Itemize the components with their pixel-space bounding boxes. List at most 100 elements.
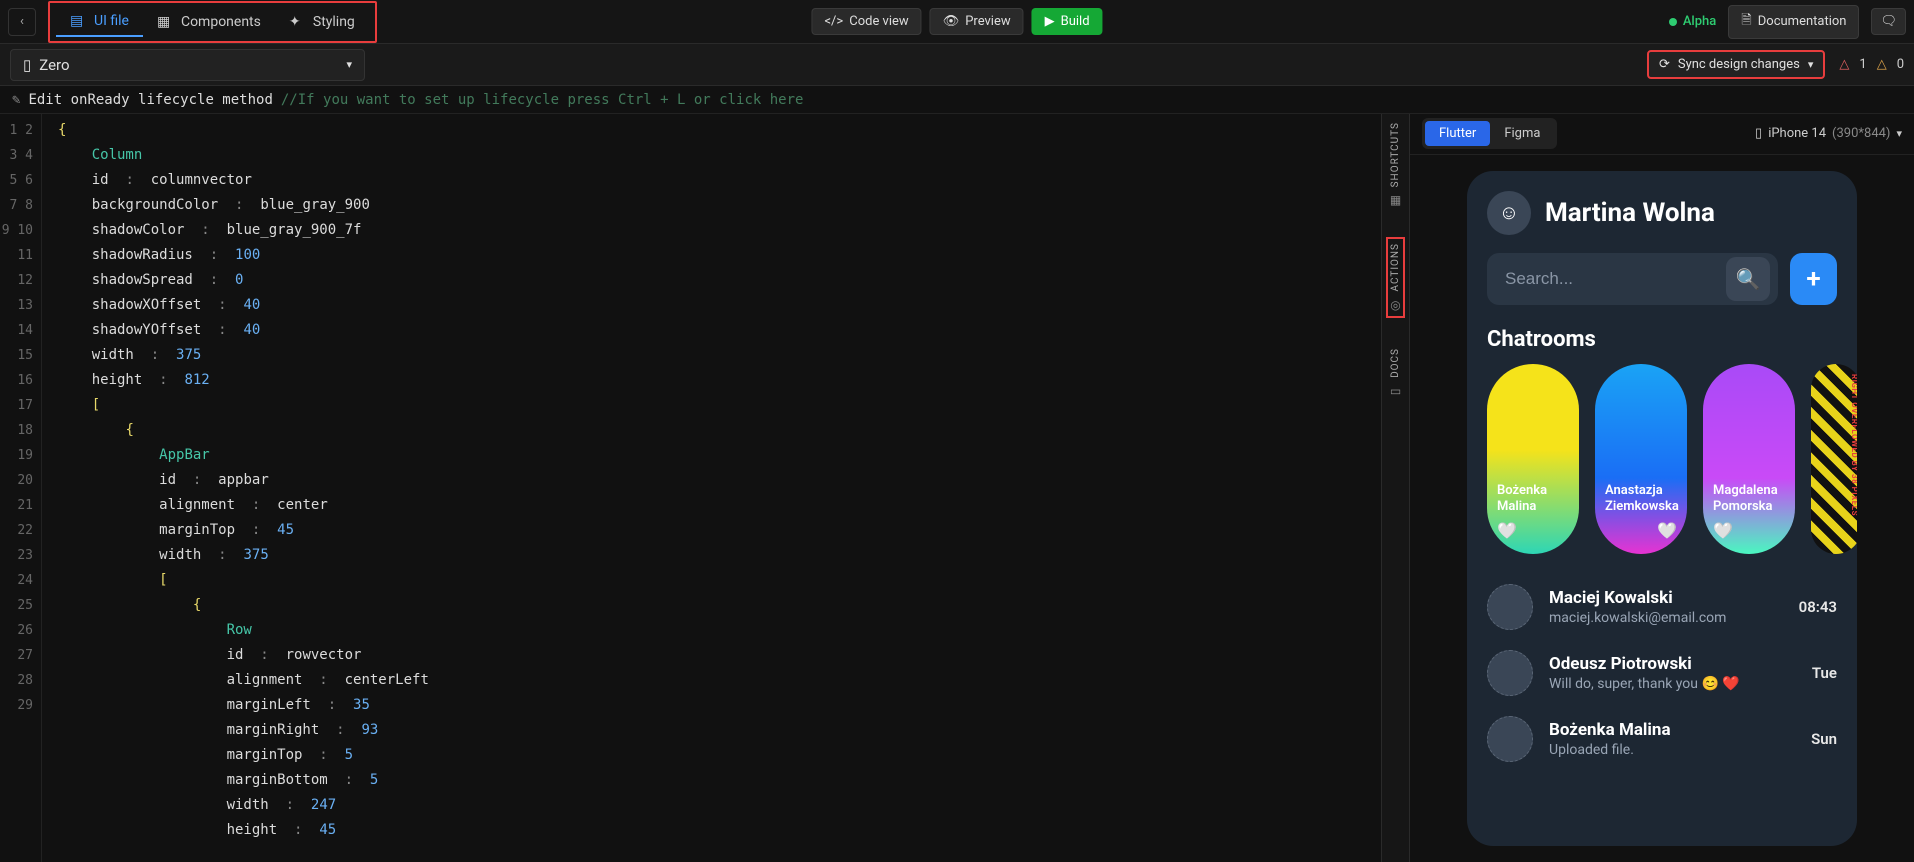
main-area: 1 2 3 4 5 6 7 8 9 10 11 12 13 14 15 16 1… bbox=[0, 114, 1914, 862]
center-controls: </> Code view 👁 Preview ▶ Build bbox=[811, 8, 1102, 35]
chevron-down-icon: ▾ bbox=[346, 58, 352, 71]
chat-list-item[interactable]: Bożenka Malina Uploaded file. Sun bbox=[1487, 716, 1837, 762]
tab-components[interactable]: ▦ Components bbox=[143, 7, 275, 37]
heart-icon: 🤍 bbox=[1497, 521, 1569, 540]
add-button[interactable]: + bbox=[1790, 253, 1837, 305]
build-button[interactable]: ▶ Build bbox=[1032, 8, 1103, 35]
preview-panel: Flutter Figma ▯ iPhone 14 (390*844) ▾ ☺ … bbox=[1409, 114, 1914, 862]
chatroom-row[interactable]: Bożenka Malina 🤍 Anastazja Ziemkowska 🤍 … bbox=[1467, 364, 1857, 554]
button-label: Preview bbox=[965, 14, 1010, 29]
tab-label: Figma bbox=[1504, 126, 1540, 141]
chevron-left-icon: ‹ bbox=[20, 14, 24, 29]
phone-header: ☺ Martina Wolna bbox=[1467, 171, 1857, 241]
search-row: 🔍 + bbox=[1467, 241, 1857, 317]
docs-tab[interactable]: DOCS bbox=[1390, 348, 1401, 378]
main-tabs-group: ▤ UI file ▦ Components ✦ Styling bbox=[48, 1, 377, 43]
preview-tab-figma[interactable]: Figma bbox=[1490, 121, 1554, 146]
chat-subtitle: Will do, super, thank you 😊 ❤️ bbox=[1549, 676, 1796, 692]
code-editor[interactable]: 1 2 3 4 5 6 7 8 9 10 11 12 13 14 15 16 1… bbox=[0, 114, 1381, 862]
actions-tab[interactable]: ACTIONS bbox=[1390, 243, 1401, 291]
warning-count: 0 bbox=[1897, 57, 1904, 72]
heart-icon: 🤍 bbox=[1605, 521, 1677, 540]
chatroom-pill[interactable]: Anastazja Ziemkowska 🤍 bbox=[1595, 364, 1687, 554]
chat-time: 08:43 bbox=[1799, 598, 1837, 616]
alpha-label: Alpha bbox=[1683, 14, 1716, 29]
shortcuts-tab[interactable]: SHORTCUTS bbox=[1390, 122, 1401, 187]
code-icon: </> bbox=[824, 14, 843, 29]
plus-icon: + bbox=[1806, 264, 1820, 294]
right-controls: Alpha 🗎 Documentation 🗨 bbox=[1669, 5, 1906, 39]
back-button[interactable]: ‹ bbox=[8, 8, 36, 36]
pill-name: Anastazja Ziemkowska bbox=[1605, 483, 1677, 514]
tab-ui-file[interactable]: ▤ UI file bbox=[56, 7, 143, 37]
search-box[interactable]: 🔍 bbox=[1487, 253, 1778, 305]
file-selector[interactable]: ▯ Zero ▾ bbox=[10, 49, 365, 81]
tab-label: Components bbox=[181, 14, 261, 30]
tab-styling[interactable]: ✦ Styling bbox=[275, 7, 369, 37]
components-icon: ▦ bbox=[157, 14, 173, 30]
documentation-button[interactable]: 🗎 Documentation bbox=[1728, 5, 1859, 39]
tab-label: UI file bbox=[94, 13, 129, 29]
line-gutter: 1 2 3 4 5 6 7 8 9 10 11 12 13 14 15 16 1… bbox=[0, 114, 42, 862]
doc-icon: 🗎 bbox=[1741, 11, 1751, 33]
edit-icon: ✎ bbox=[12, 92, 20, 108]
top-toolbar: ‹ ▤ UI file ▦ Components ✦ Styling </> C… bbox=[0, 0, 1914, 44]
device-picker[interactable]: ▯ iPhone 14 (390*844) ▾ bbox=[1755, 126, 1902, 141]
chat-list-item[interactable]: Maciej Kowalski maciej.kowalski@email.co… bbox=[1487, 584, 1837, 630]
chatroom-pill-overflow[interactable]: RIGHT OVERFLOWED BY 38 PIXELS bbox=[1811, 364, 1857, 554]
code-content[interactable]: { Column id : columnvector backgroundCol… bbox=[42, 114, 1381, 862]
pill-name: Magdalena Pomorska bbox=[1713, 483, 1785, 514]
chat-name: Maciej Kowalski bbox=[1549, 588, 1783, 608]
heart-icon: 🤍 bbox=[1713, 521, 1785, 540]
sync-area: ⟳ Sync design changes ▾ △ 1 △ 0 bbox=[1647, 50, 1904, 79]
file-bar: ▯ Zero ▾ ⟳ Sync design changes ▾ △ 1 △ 0 bbox=[0, 44, 1914, 86]
tab-label: Flutter bbox=[1439, 126, 1476, 141]
device-dims: (390*844) bbox=[1832, 126, 1890, 141]
diagnostics-counts[interactable]: △ 1 △ 0 bbox=[1839, 57, 1904, 72]
grid-icon: ▦ bbox=[1390, 193, 1401, 207]
lifecycle-hint-row[interactable]: ✎ Edit onReady lifecycle method //If you… bbox=[0, 86, 1914, 114]
overflow-warning: RIGHT OVERFLOWED BY 38 PIXELS bbox=[1850, 374, 1857, 516]
target-icon: ◎ bbox=[1390, 298, 1400, 312]
preview-toolbar: Flutter Figma ▯ iPhone 14 (390*844) ▾ bbox=[1410, 114, 1914, 155]
right-vertical-strip: SHORTCUTS ▦ ACTIONS ◎ DOCS ▭ bbox=[1381, 114, 1409, 862]
error-count: 1 bbox=[1859, 57, 1866, 72]
avatar bbox=[1487, 584, 1533, 630]
chat-name: Bożenka Malina bbox=[1549, 720, 1795, 740]
preview-button[interactable]: 👁 Preview bbox=[930, 8, 1024, 35]
hint-label: Edit onReady lifecycle method bbox=[28, 92, 272, 108]
chat-subtitle: Uploaded file. bbox=[1549, 742, 1795, 758]
avatar: ☺ bbox=[1487, 191, 1531, 235]
alpha-badge: Alpha bbox=[1669, 14, 1716, 29]
chat-time: Tue bbox=[1812, 664, 1837, 682]
chat-subtitle: maciej.kowalski@email.com bbox=[1549, 610, 1783, 626]
chat-list: Maciej Kowalski maciej.kowalski@email.co… bbox=[1467, 554, 1857, 762]
sync-design-button[interactable]: ⟳ Sync design changes ▾ bbox=[1647, 50, 1825, 79]
preview-tabs: Flutter Figma bbox=[1422, 118, 1557, 149]
chat-time: Sun bbox=[1811, 730, 1837, 748]
search-icon-button[interactable]: 🔍 bbox=[1726, 257, 1770, 301]
status-dot-icon bbox=[1669, 18, 1677, 26]
button-label: Documentation bbox=[1758, 14, 1847, 29]
chat-name: Odeusz Piotrowski bbox=[1549, 654, 1796, 674]
eye-icon: 👁 bbox=[943, 14, 960, 29]
sync-icon: ⟳ bbox=[1659, 57, 1670, 72]
button-label: Build bbox=[1061, 14, 1090, 29]
phone-icon: ▯ bbox=[1755, 126, 1762, 141]
preview-tab-flutter[interactable]: Flutter bbox=[1425, 121, 1490, 146]
pill-name: Bożenka Malina bbox=[1497, 483, 1569, 514]
search-input[interactable] bbox=[1505, 269, 1726, 289]
chevron-down-icon: ▾ bbox=[1808, 58, 1814, 71]
feedback-button[interactable]: 🗨 bbox=[1871, 8, 1906, 35]
chatroom-pill[interactable]: Magdalena Pomorska 🤍 bbox=[1703, 364, 1795, 554]
book-icon: ▭ bbox=[1390, 384, 1401, 398]
code-view-button[interactable]: </> Code view bbox=[811, 8, 921, 35]
avatar bbox=[1487, 716, 1533, 762]
tab-label: Styling bbox=[313, 14, 355, 30]
file-name: Zero bbox=[39, 56, 69, 74]
chatroom-pill[interactable]: Bożenka Malina 🤍 bbox=[1487, 364, 1579, 554]
phone-icon: ▯ bbox=[23, 56, 31, 74]
avatar bbox=[1487, 650, 1533, 696]
chat-list-item[interactable]: Odeusz Piotrowski Will do, super, thank … bbox=[1487, 650, 1837, 696]
warning-icon: △ bbox=[1877, 57, 1887, 72]
